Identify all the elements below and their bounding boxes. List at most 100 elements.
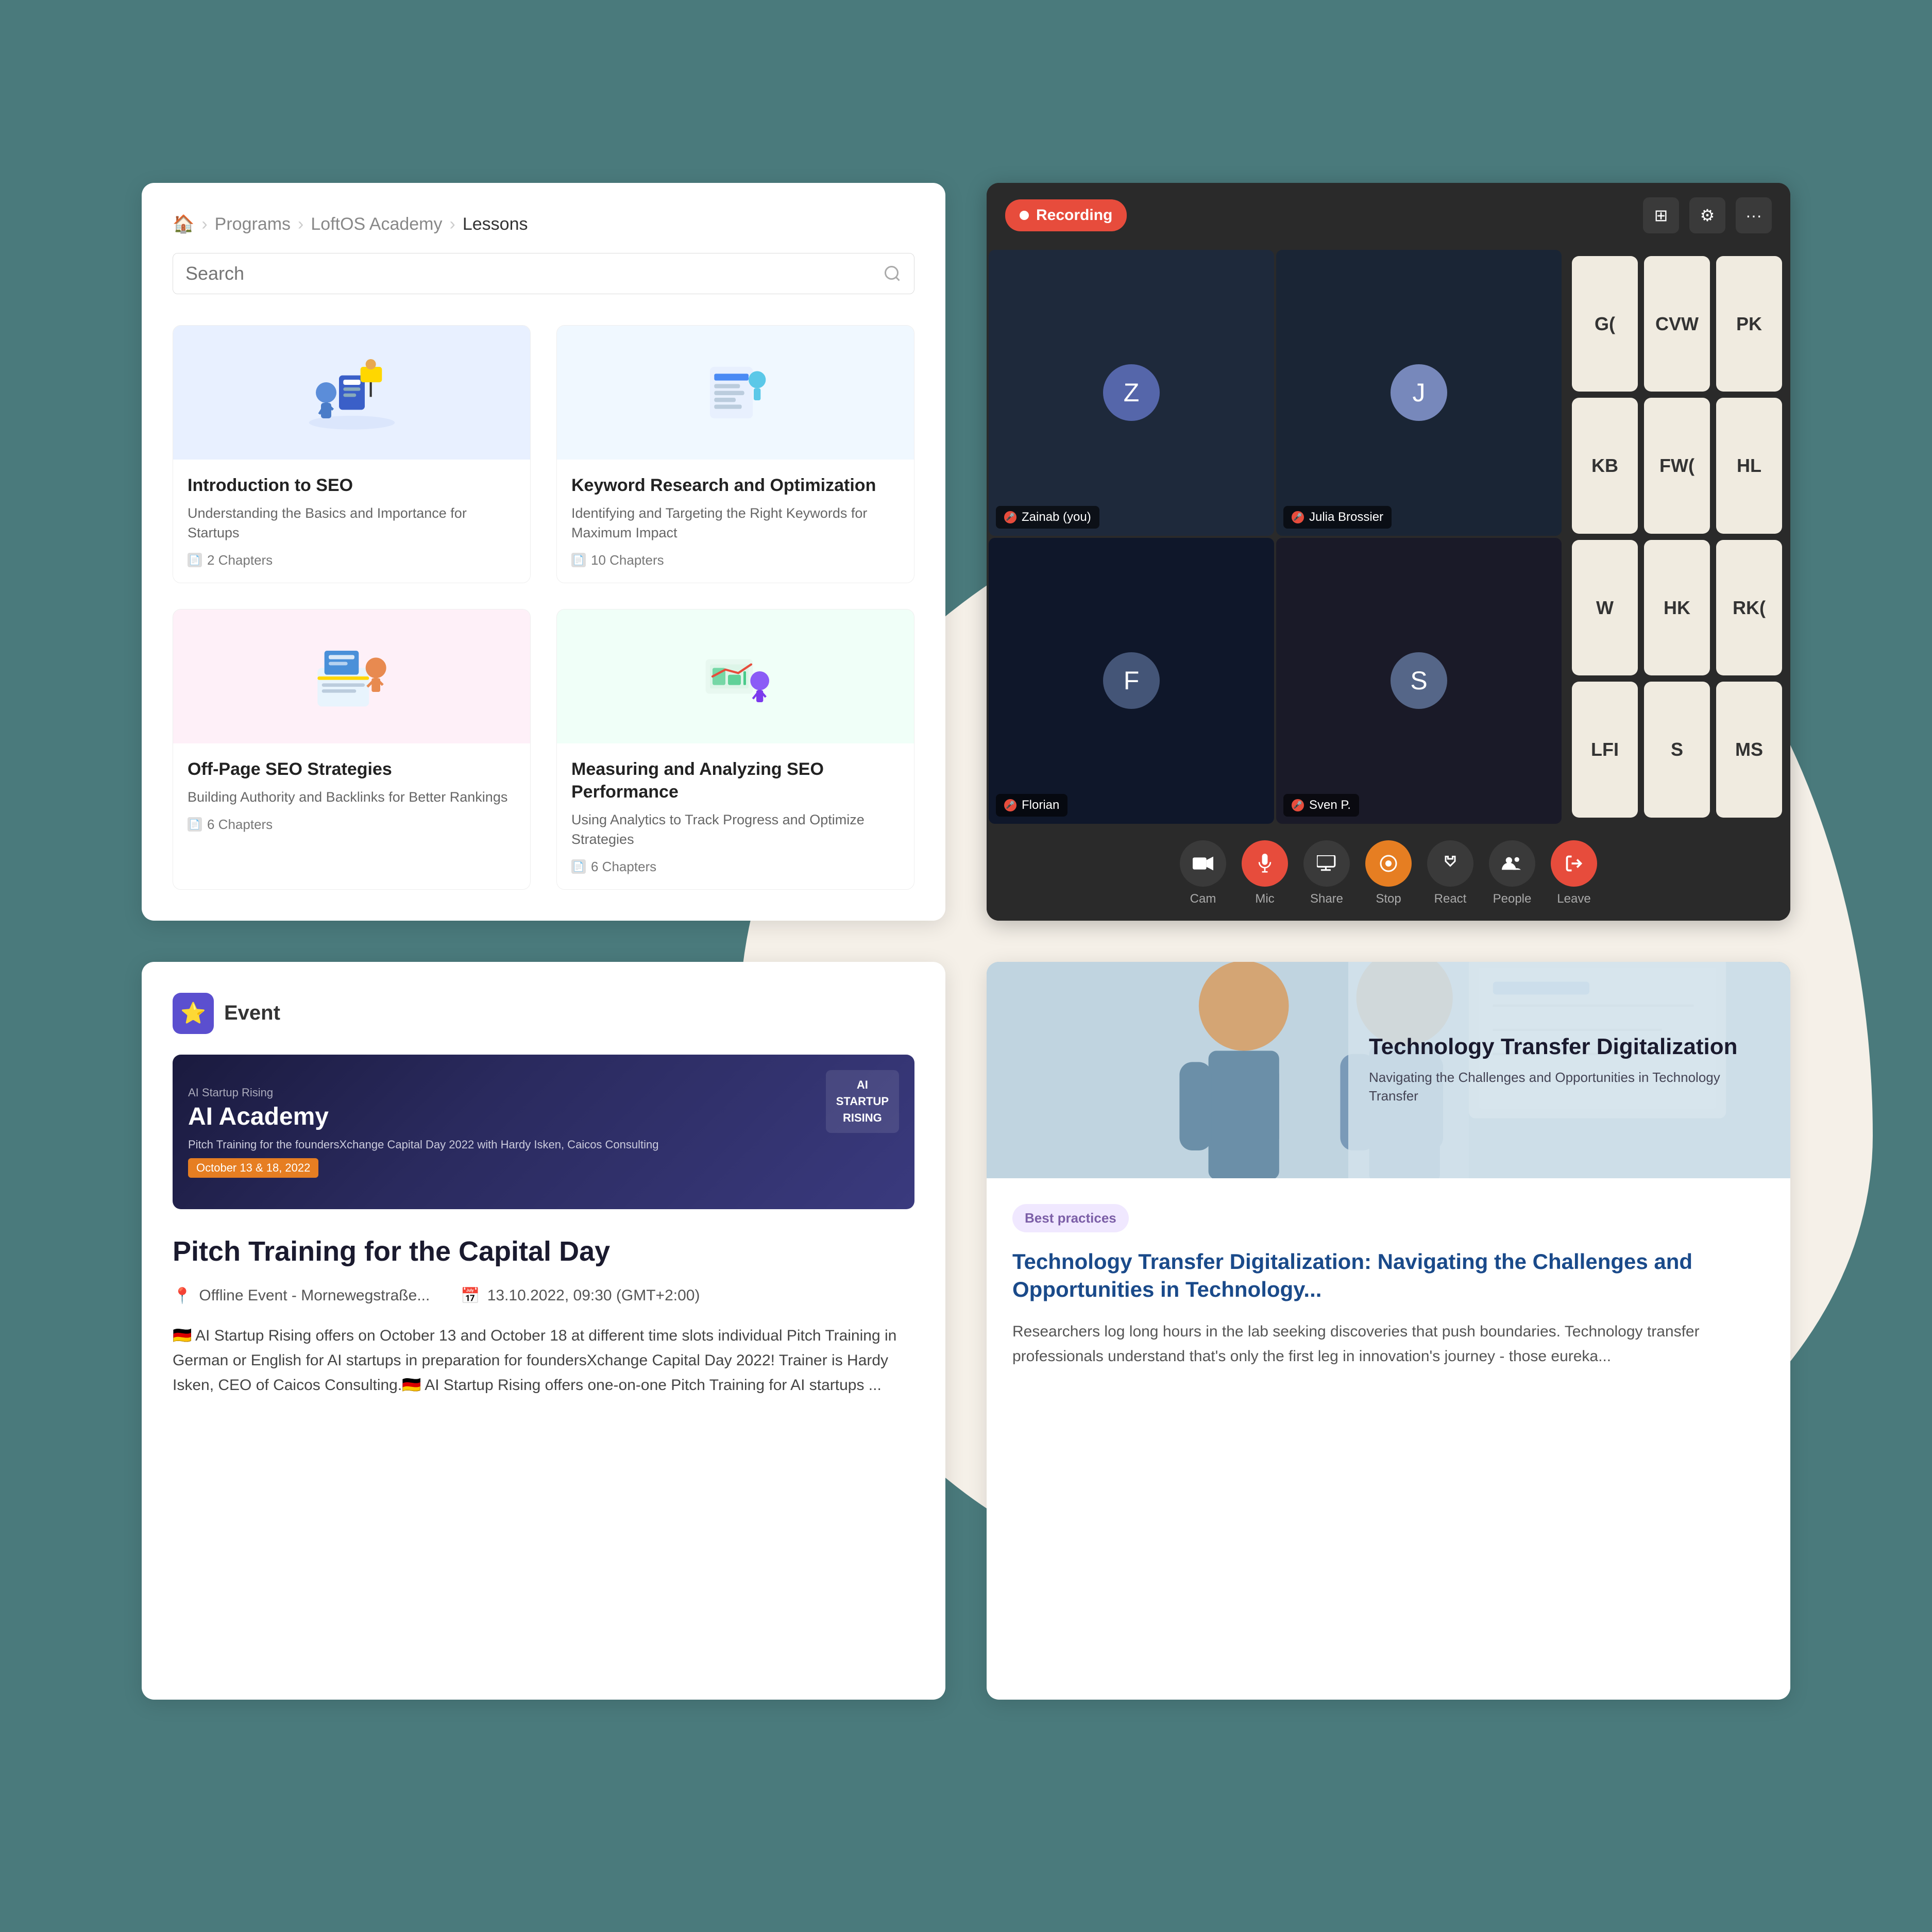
key-gc[interactable]: G(: [1572, 256, 1638, 392]
sven-avatar: S: [1391, 652, 1447, 709]
cam-button[interactable]: Cam: [1180, 840, 1226, 906]
julia-label: 🎤 Julia Brossier: [1283, 506, 1392, 529]
event-logo-line3: RISING: [843, 1111, 882, 1125]
event-description: 🇩🇪 AI Startup Rising offers on October 1…: [173, 1324, 914, 1398]
lesson-desc-4: Using Analytics to Track Progress and Op…: [571, 810, 900, 850]
key-s[interactable]: S: [1644, 682, 1710, 817]
chapter-icon-1: 📄: [188, 553, 202, 567]
key-cvw[interactable]: CVW: [1644, 256, 1710, 392]
lesson-title-3: Off-Page SEO Strategies: [188, 758, 516, 781]
key-w[interactable]: W: [1572, 540, 1638, 675]
event-banner-title: AI Academy: [188, 1104, 659, 1131]
sven-label: 🎤 Sven P.: [1283, 794, 1359, 817]
breadcrumb: 🏠 › Programs › LoftOS Academy › Lessons: [173, 214, 914, 234]
lesson-chapters-3: 📄 6 Chapters: [188, 817, 516, 833]
event-banner-detail: Pitch Training for the foundersXchange C…: [188, 1137, 659, 1153]
lessons-grid: Introduction to SEO Understanding the Ba…: [173, 325, 914, 890]
julia-bg: J: [1276, 250, 1562, 536]
lesson-info-1: Introduction to SEO Understanding the Ba…: [173, 460, 530, 583]
stop-button[interactable]: Stop: [1365, 840, 1412, 906]
key-kb[interactable]: KB: [1572, 398, 1638, 533]
sven-mic-icon: 🎤: [1292, 799, 1304, 811]
lesson-card-measuring[interactable]: Measuring and Analyzing SEO Performance …: [556, 609, 914, 890]
event-banner-logo: AI STARTUP RISING: [826, 1070, 899, 1133]
people-icon: [1489, 840, 1535, 887]
key-hl[interactable]: HL: [1716, 398, 1782, 533]
article-body: Best practices Technology Transfer Digit…: [987, 1178, 1790, 1395]
search-icon: [883, 264, 902, 283]
participant-zainab: Z 🎤 Zainab (you): [989, 250, 1274, 536]
key-pk[interactable]: PK: [1716, 256, 1782, 392]
leave-button[interactable]: Leave: [1551, 840, 1597, 906]
participant-florian: F 🎤 Florian: [989, 538, 1274, 824]
florian-mic-icon: 🎤: [1004, 799, 1016, 811]
participant-sven: S 🎤 Sven P.: [1276, 538, 1562, 824]
key-hk[interactable]: HK: [1644, 540, 1710, 675]
lesson-card-offpage[interactable]: Off-Page SEO Strategies Building Authori…: [173, 609, 531, 890]
settings-button[interactable]: ⚙: [1689, 197, 1725, 233]
video-toolbar: Cam Mic Share: [987, 826, 1790, 921]
leave-label: Leave: [1557, 892, 1590, 906]
recording-label: Recording: [1036, 207, 1112, 224]
julia-mic-icon: 🎤: [1292, 511, 1304, 523]
breadcrumb-loftos[interactable]: LoftOS Academy: [311, 214, 442, 234]
key-fw[interactable]: FW(: [1644, 398, 1710, 533]
lesson-desc-3: Building Authority and Backlinks for Bet…: [188, 788, 516, 807]
mic-button[interactable]: Mic: [1242, 840, 1288, 906]
article-hero: Technology Transfer Digitalization Navig…: [987, 962, 1790, 1178]
event-banner-subtitle: AI Startup Rising: [188, 1086, 659, 1099]
key-lfi[interactable]: LFI: [1572, 682, 1638, 817]
more-button[interactable]: ···: [1736, 197, 1772, 233]
key-rk[interactable]: RK(: [1716, 540, 1782, 675]
leave-icon: [1551, 840, 1597, 887]
search-input[interactable]: [185, 263, 875, 284]
lessons-card: 🏠 › Programs › LoftOS Academy › Lessons: [142, 183, 945, 921]
lesson-title-1: Introduction to SEO: [188, 474, 516, 497]
event-tag-row: ⭐ Event: [173, 993, 914, 1034]
participants-grid: Z 🎤 Zainab (you) J 🎤: [987, 248, 1564, 826]
event-datetime: 📅 13.10.2022, 09:30 (GMT+2:00): [461, 1287, 700, 1305]
lesson-thumbnail-2: [557, 326, 914, 460]
lesson-chapters-4: 📄 6 Chapters: [571, 859, 900, 875]
lesson-thumbnail: [173, 326, 530, 460]
search-container: [173, 253, 914, 294]
cards-grid: 🏠 › Programs › LoftOS Academy › Lessons: [142, 183, 1790, 1700]
key-ms[interactable]: MS: [1716, 682, 1782, 817]
zainab-label: 🎤 Zainab (you): [996, 506, 1099, 529]
recording-dot: [1020, 211, 1029, 220]
julia-name: Julia Brossier: [1309, 510, 1383, 524]
breadcrumb-home[interactable]: 🏠: [173, 214, 194, 234]
lesson-chapters-2: 📄 10 Chapters: [571, 552, 900, 568]
lesson-card-keyword[interactable]: Keyword Research and Optimization Identi…: [556, 325, 914, 583]
lesson-info-2: Keyword Research and Optimization Identi…: [557, 460, 914, 583]
event-datetime-text: 13.10.2022, 09:30 (GMT+2:00): [487, 1287, 700, 1304]
video-header-icons: ⊞ ⚙ ···: [1643, 197, 1772, 233]
recording-badge: Recording: [1005, 199, 1127, 231]
article-title: Technology Transfer Digitalization: Navi…: [1012, 1248, 1765, 1304]
sven-bg: S: [1276, 538, 1562, 824]
florian-bg: F: [989, 538, 1274, 824]
people-button[interactable]: People: [1489, 840, 1535, 906]
keyboard-panel: G( CVW PK KB FW( HL W HK RK( LFI S MS: [1564, 248, 1790, 826]
share-button[interactable]: Share: [1303, 840, 1350, 906]
lesson-illustration-1: [300, 341, 403, 444]
article-hero-bg: Technology Transfer Digitalization Navig…: [987, 962, 1790, 1178]
breadcrumb-lessons[interactable]: Lessons: [463, 214, 528, 234]
lesson-info-4: Measuring and Analyzing SEO Performance …: [557, 743, 914, 889]
react-button[interactable]: React: [1427, 840, 1473, 906]
pip-button[interactable]: ⊞: [1643, 197, 1679, 233]
lesson-card-intro-seo[interactable]: Introduction to SEO Understanding the Ba…: [173, 325, 531, 583]
event-main-title: Pitch Training for the Capital Day: [173, 1235, 914, 1268]
mic-icon: [1242, 840, 1288, 887]
lesson-illustration-3: [300, 625, 403, 728]
lesson-chapters-1: 📄 2 Chapters: [188, 552, 516, 568]
lesson-title-2: Keyword Research and Optimization: [571, 474, 900, 497]
event-meta: 📍 Offline Event - Mornewegstraße... 📅 13…: [173, 1287, 914, 1305]
article-excerpt: Researchers log long hours in the lab se…: [1012, 1319, 1765, 1369]
event-location-text: Offline Event - Mornewegstraße...: [199, 1287, 430, 1304]
react-icon: [1427, 840, 1473, 887]
event-logo-line2: STARTUP: [836, 1095, 889, 1108]
lesson-desc-1: Understanding the Basics and Importance …: [188, 504, 516, 543]
breadcrumb-programs[interactable]: Programs: [215, 214, 291, 234]
article-hero-subtitle: Navigating the Challenges and Opportunit…: [1369, 1068, 1770, 1106]
